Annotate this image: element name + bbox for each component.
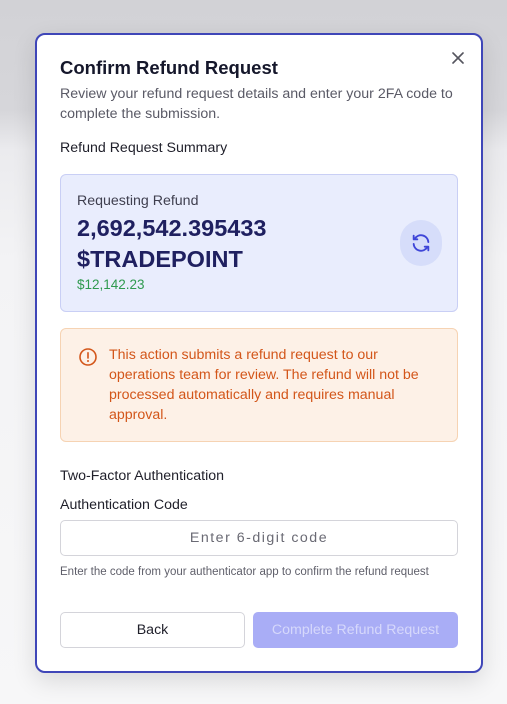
authentication-code-input[interactable] (60, 520, 458, 556)
refresh-icon (412, 234, 430, 252)
dialog-subtitle: Review your refund request details and e… (60, 86, 453, 122)
authentication-hint: Enter the code from your authenticator a… (60, 566, 429, 578)
refresh-button[interactable] (400, 220, 442, 266)
back-button[interactable]: Back (60, 612, 245, 648)
refund-usd-value: $12,142.23 (77, 277, 145, 292)
authentication-code-label: Authentication Code (60, 497, 188, 513)
two-factor-section-label: Two-Factor Authentication (60, 468, 225, 484)
warning-text: This action submits a refund request to … (109, 347, 419, 423)
dialog-title: Confirm Refund Request (60, 57, 278, 78)
review-warning-banner: This action submits a refund request to … (60, 328, 458, 442)
alert-circle-icon (79, 348, 97, 366)
complete-refund-request-button[interactable]: Complete Refund Request (253, 612, 458, 648)
requesting-refund-label: Requesting Refund (77, 193, 199, 209)
confirm-refund-dialog: Confirm Refund Request Review your refun… (35, 33, 483, 673)
summary-section-label: Refund Request Summary (60, 140, 228, 156)
close-button[interactable] (449, 49, 467, 67)
refund-summary-card: Requesting Refund 2,692,542.395433 $TRAD… (60, 174, 458, 312)
refund-amount: 2,692,542.395433 $TRADEPOINT (77, 215, 267, 272)
close-icon (452, 52, 464, 64)
